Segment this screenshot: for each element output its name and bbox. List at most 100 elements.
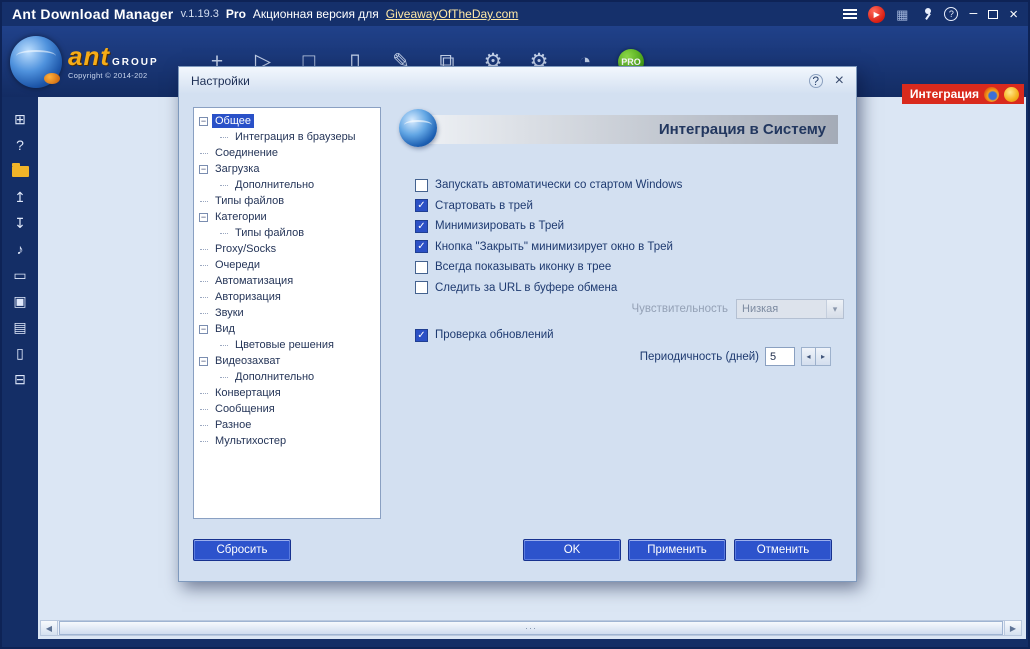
tree-item[interactable]: Цветовые решения — [196, 337, 378, 353]
checkbox[interactable] — [415, 260, 428, 274]
tree-item[interactable]: Авторизация — [196, 289, 378, 305]
close-button[interactable]: × — [1009, 7, 1018, 22]
tree-item-label: Автоматизация — [215, 275, 294, 287]
collapse-icon[interactable]: − — [199, 212, 208, 222]
help-icon[interactable]: ? — [944, 7, 959, 21]
horizontal-scrollbar[interactable]: ◀ ··· ▶ — [40, 620, 1022, 636]
tree-item[interactable]: − Видеозахват — [196, 353, 378, 369]
scroll-right-arrow[interactable]: ▶ — [1004, 621, 1021, 635]
tree-item[interactable]: − Загрузка — [196, 161, 378, 177]
tree-item[interactable]: Соединение — [196, 145, 378, 161]
tree-item[interactable]: Дополнительно — [196, 177, 378, 193]
scroll-left-arrow[interactable]: ◀ — [41, 621, 58, 635]
tree-item-label: Категории — [215, 211, 267, 223]
tree-item[interactable]: − Вид — [196, 321, 378, 337]
tree-item-label: Цветовые решения — [235, 339, 334, 351]
checkbox[interactable] — [415, 281, 428, 295]
categories-icon[interactable]: ⊞ — [8, 110, 32, 128]
tree-item[interactable]: Разное — [196, 417, 378, 433]
dialog-close-icon[interactable]: × — [835, 72, 844, 89]
tree-item[interactable]: Звуки — [196, 305, 378, 321]
reset-button[interactable]: Сбросить — [193, 539, 291, 561]
pin-icon[interactable] — [919, 7, 933, 21]
sensitivity-select[interactable]: Низкая ▾ — [736, 299, 844, 319]
checkbox[interactable]: ✓ — [415, 219, 428, 233]
tree-connector — [220, 344, 228, 346]
tree-item-label: Типы файлов — [215, 195, 285, 207]
dialog-help-icon[interactable]: ? — [808, 73, 823, 88]
tree-item-label: Соединение — [215, 147, 279, 159]
tree-item[interactable]: Типы файлов — [196, 225, 378, 241]
keyboard-icon[interactable]: ▤ — [8, 318, 32, 336]
dialog-title-bar[interactable]: Настройки ? × — [179, 67, 856, 94]
promo-link[interactable]: GiveawayOfTheDay.com — [386, 7, 519, 21]
tree-item[interactable]: − Общее — [196, 113, 378, 129]
updates-checkbox[interactable]: ✓ — [415, 328, 428, 342]
tree-item[interactable]: Типы файлов — [196, 193, 378, 209]
collapse-icon[interactable]: − — [199, 116, 208, 126]
tree-item[interactable]: Мультихостер — [196, 433, 378, 449]
browser-icon[interactable] — [1004, 86, 1019, 102]
collapse-icon[interactable]: − — [199, 356, 208, 366]
tree-connector — [200, 312, 208, 314]
tree-item[interactable]: Сообщения — [196, 401, 378, 417]
tree-connector — [200, 392, 208, 394]
collapse-icon[interactable]: − — [199, 324, 208, 334]
checkbox[interactable] — [415, 178, 428, 192]
section-title: Интеграция в Систему — [658, 121, 826, 138]
tree-item-label: Вид — [215, 323, 235, 335]
cancel-button[interactable]: Отменить — [734, 539, 832, 561]
import-icon[interactable]: ↧ — [8, 214, 32, 232]
integration-badge[interactable]: Интеграция — [901, 84, 1024, 104]
tree-item[interactable]: Дополнительно — [196, 369, 378, 385]
spin-up-icon[interactable]: ▸ — [816, 347, 831, 366]
brand-text: ant GROUP Copyright © 2014-202 — [68, 43, 159, 80]
brand-copyright: Copyright © 2014-202 — [68, 71, 148, 81]
collapse-icon[interactable]: − — [199, 164, 208, 174]
printer-icon[interactable]: ⊟ — [8, 370, 32, 388]
menu-icon[interactable] — [843, 9, 858, 11]
firefox-icon[interactable] — [984, 86, 999, 102]
checkbox-label: Запускать автоматически со стартом Windo… — [435, 179, 683, 192]
tree-item-label: Загрузка — [215, 163, 260, 175]
tree-connector — [220, 376, 228, 378]
window-icon[interactable]: ▭ — [8, 266, 32, 284]
scrollbar-thumb[interactable]: ··· — [59, 621, 1003, 635]
tree-item[interactable]: − Категории — [196, 209, 378, 225]
tree-item[interactable]: Автоматизация — [196, 273, 378, 289]
checkbox[interactable]: ✓ — [415, 199, 428, 213]
minimize-button[interactable]: – — [969, 5, 977, 19]
tree-connector — [220, 136, 228, 138]
updates-row: ✓ Проверка обновлений — [415, 325, 554, 346]
maximize-button[interactable] — [988, 9, 999, 19]
spin-down-icon[interactable]: ◂ — [801, 347, 816, 366]
folder-icon[interactable] — [11, 163, 29, 177]
help-icon[interactable]: ? — [8, 136, 32, 154]
image-icon[interactable]: ▣ — [8, 292, 32, 310]
checkbox-row: Всегда показывать иконку в трее — [415, 257, 838, 278]
brand-name: ant — [68, 41, 110, 72]
tree-item[interactable]: Конвертация — [196, 385, 378, 401]
period-input[interactable] — [765, 347, 795, 366]
giveaway-icon[interactable]: ▶ — [868, 5, 886, 23]
tree-connector — [200, 408, 208, 410]
checkbox[interactable]: ✓ — [415, 240, 428, 254]
sounds-icon[interactable]: ♪ — [8, 240, 32, 258]
settings-dialog: Настройки ? × − Общее Интеграция в браузер… — [178, 66, 857, 582]
tree-item-label: Звуки — [215, 307, 244, 319]
document-icon[interactable]: ▯ — [8, 344, 32, 362]
ok-button[interactable]: OK — [523, 539, 621, 561]
chevron-down-icon[interactable]: ▾ — [826, 300, 843, 318]
period-label: Периодичность (дней) — [639, 350, 759, 363]
tree-item[interactable]: Очереди — [196, 257, 378, 273]
export-icon[interactable]: ↥ — [8, 188, 32, 206]
integration-label: Интеграция — [909, 87, 979, 101]
pin-stem — [925, 13, 932, 20]
tree-item[interactable]: Proxy/Socks — [196, 241, 378, 257]
apply-button[interactable]: Применить — [628, 539, 726, 561]
grid-icon[interactable]: ▦ — [896, 8, 908, 21]
tree-item-label: Мультихостер — [215, 435, 287, 447]
tree-item-label: Дополнительно — [235, 371, 315, 383]
scrollbar-grip: ··· — [525, 622, 537, 633]
tree-item[interactable]: Интеграция в браузеры — [196, 129, 378, 145]
